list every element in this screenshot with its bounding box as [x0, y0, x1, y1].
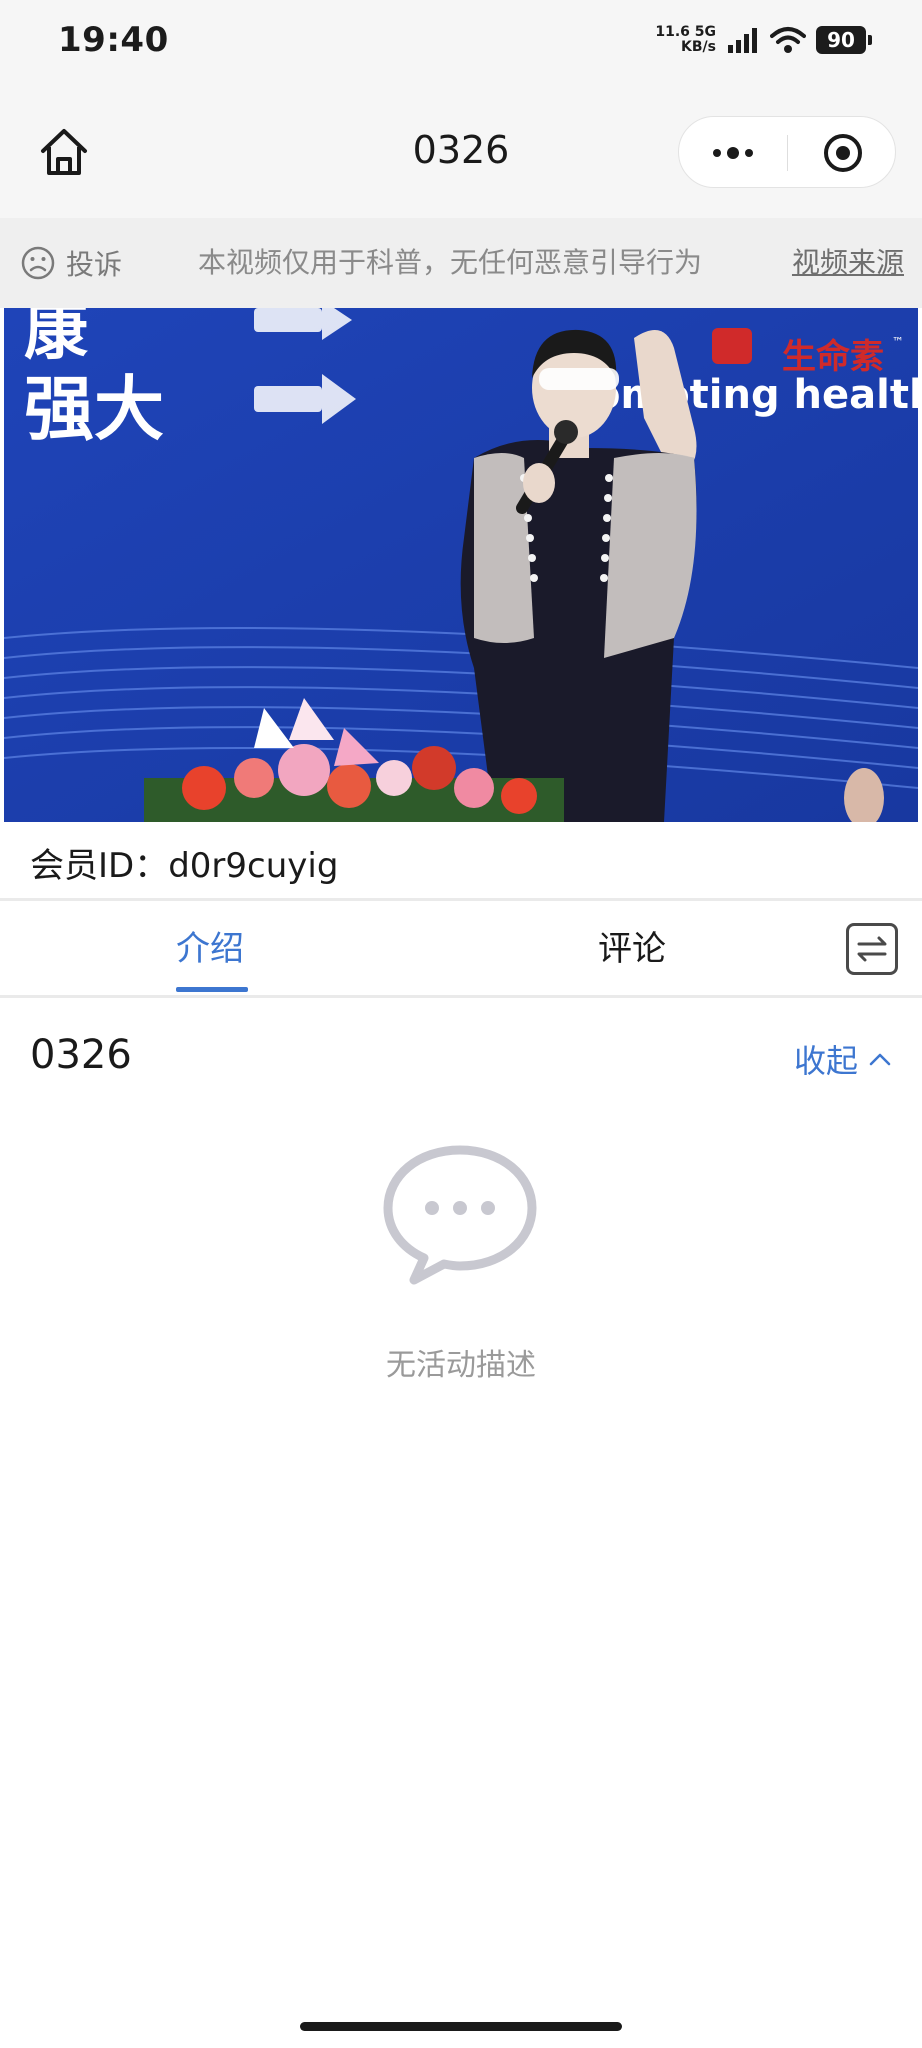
- swap-icon: [857, 936, 887, 962]
- empty-comment-icon: [380, 1140, 540, 1290]
- network-speed-value: 11.6 5G: [655, 24, 716, 40]
- home-indicator[interactable]: [300, 2022, 622, 2031]
- brand-name: 生命素: [782, 337, 884, 377]
- collapse-label: 收起: [793, 1042, 858, 1080]
- status-bar: 19:40 11.6 5G KB/s 90: [0, 0, 922, 80]
- nav-bar: 0326: [0, 80, 922, 218]
- notice-message: 本视频仅用于科普，无任何恶意引导行为: [198, 246, 703, 279]
- collapse-button[interactable]: 收起: [794, 1036, 892, 1082]
- wifi-icon: [770, 27, 806, 53]
- more-button[interactable]: [679, 117, 787, 189]
- complaint-label: 投诉: [66, 248, 123, 281]
- tab-bar: 介绍 评论: [0, 901, 922, 997]
- activity-title: 0326: [30, 1032, 132, 1078]
- complaint-button[interactable]: 投诉: [20, 242, 122, 284]
- status-indicators: 11.6 5G KB/s 90: [655, 20, 872, 60]
- close-button[interactable]: [789, 117, 897, 189]
- banner-text-2: 强大: [24, 368, 164, 450]
- brand-tm: ™: [892, 335, 904, 349]
- signal-icon: [728, 28, 757, 53]
- more-dots-icon: [713, 147, 753, 159]
- banner-text-1: 康: [24, 308, 88, 369]
- sad-face-icon: [21, 246, 55, 280]
- divider: [0, 995, 922, 998]
- tab-comments[interactable]: 评论: [598, 921, 666, 970]
- target-close-icon: [824, 134, 862, 172]
- notice-bar: 投诉 本视频仅用于科普，无任何恶意引导行为 视频来源: [0, 218, 922, 308]
- member-id-label: 会员ID：: [30, 846, 169, 886]
- video-source-link[interactable]: 视频来源: [792, 242, 904, 284]
- network-speed: 11.6 5G KB/s: [655, 25, 716, 55]
- chevron-up-icon: [869, 1053, 891, 1066]
- status-time: 19:40: [58, 20, 169, 60]
- tab-intro[interactable]: 介绍: [176, 921, 244, 970]
- capsule-divider: [787, 135, 788, 171]
- network-speed-unit: KB/s: [681, 39, 716, 55]
- switch-button[interactable]: [846, 923, 898, 975]
- tab-active-indicator: [176, 987, 248, 992]
- member-id-value: d0r9cuyig: [168, 846, 339, 886]
- battery-icon: 90: [816, 26, 872, 54]
- member-id: 会员ID：d0r9cuyig: [30, 838, 338, 887]
- video-player[interactable]: 康 强大 Promoting health 生命素 ™: [4, 308, 918, 822]
- video-frame: 康 强大 Promoting health 生命素 ™: [4, 308, 918, 822]
- empty-description: 无活动描述: [386, 1348, 536, 1383]
- mini-program-capsule: [678, 116, 896, 188]
